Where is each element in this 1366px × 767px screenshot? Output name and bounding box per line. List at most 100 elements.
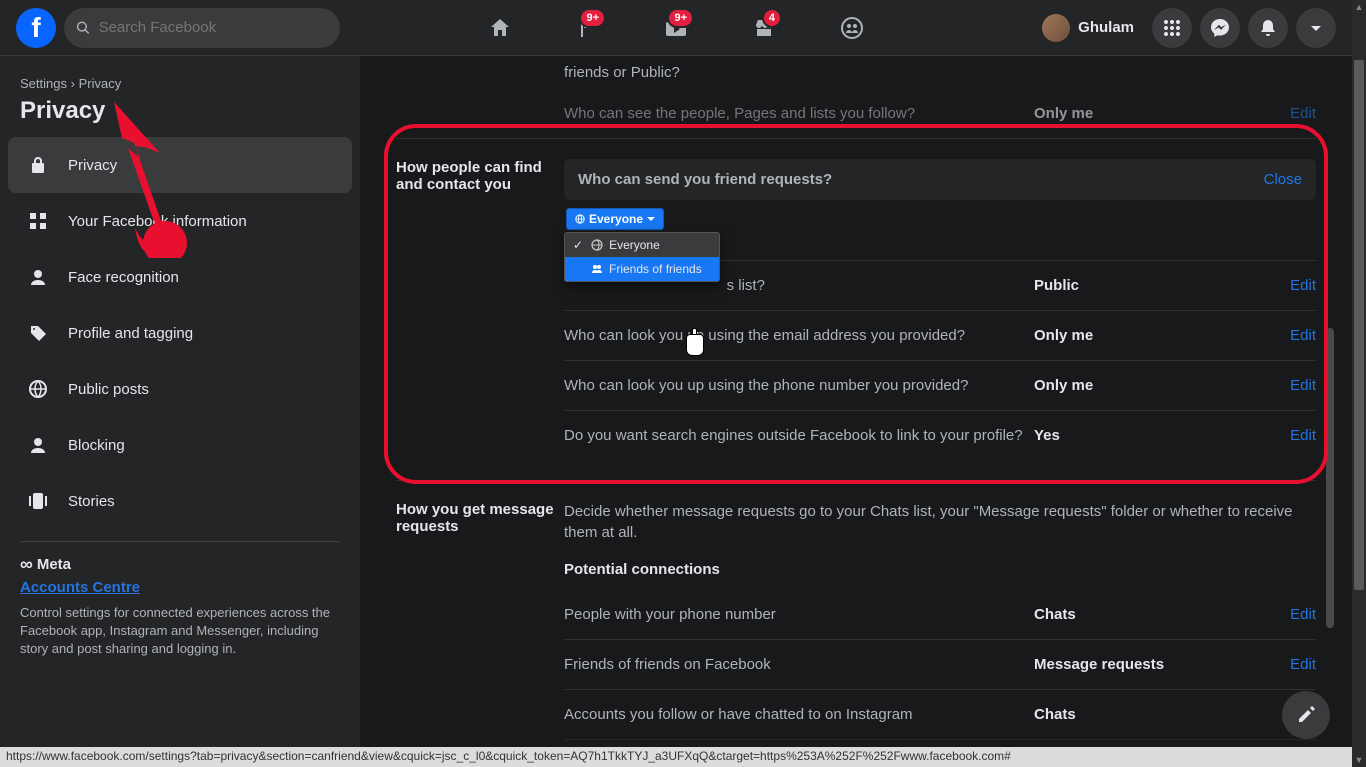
dropdown-option-everyone[interactable]: Everyone xyxy=(565,233,719,257)
breadcrumb: Settings › Privacy xyxy=(8,76,352,91)
setting-value: Yes xyxy=(1034,427,1234,444)
audience-dropdown-button[interactable]: Everyone xyxy=(566,208,664,230)
setting-question: People with your phone number xyxy=(564,606,1034,623)
stories-icon xyxy=(20,483,56,519)
sidebar-item-label: Public posts xyxy=(68,381,149,398)
block-icon xyxy=(20,427,56,463)
setting-row: Accounts you follow or have chatted to o… xyxy=(564,689,1316,739)
sidebar-item-label: Privacy xyxy=(68,157,117,174)
subheading: Potential connections xyxy=(564,561,1316,578)
sidebar-item-stories[interactable]: Stories xyxy=(8,473,352,529)
setting-row: Who can see the people, Pages and lists … xyxy=(564,89,1316,138)
cutoff-text-top: friends or Public? xyxy=(396,56,1316,89)
sidebar-item-label: Face recognition xyxy=(68,269,179,286)
setting-value: Message requests xyxy=(1034,656,1234,673)
setting-row: Do you want search engines outside Faceb… xyxy=(564,410,1316,460)
content-scrollbar-thumb[interactable] xyxy=(1326,328,1334,628)
globe-icon xyxy=(20,371,56,407)
edit-link[interactable]: Edit xyxy=(1290,427,1316,444)
globe-icon xyxy=(591,239,603,251)
caret-down-icon xyxy=(647,217,655,221)
setting-question: Friends of friends on Facebook xyxy=(564,656,1034,673)
setting-row: Who can look you up using the email addr… xyxy=(564,310,1316,360)
setting-question: Do you want search engines outside Faceb… xyxy=(564,427,1034,444)
accounts-centre-link[interactable]: Accounts Centre xyxy=(8,579,352,596)
section-label: How people can find and contact you xyxy=(396,159,564,460)
face-icon xyxy=(20,259,56,295)
scrollbar-thumb[interactable] xyxy=(1354,60,1364,590)
setting-value: Chats xyxy=(1034,606,1234,623)
setting-value: Only me xyxy=(1034,105,1234,122)
tag-icon xyxy=(20,315,56,351)
audience-dropdown: Everyone Everyone Friends of friends xyxy=(564,208,1316,230)
sidebar-item-blocking[interactable]: Blocking xyxy=(8,417,352,473)
notifications-button[interactable] xyxy=(1248,8,1288,48)
breadcrumb-settings[interactable]: Settings xyxy=(20,76,67,91)
setting-row: Who can look you up using the phone numb… xyxy=(564,360,1316,410)
nav-watch[interactable]: 9+ xyxy=(636,4,716,52)
globe-icon xyxy=(575,214,585,224)
messenger-button[interactable] xyxy=(1200,8,1240,48)
search-icon xyxy=(76,20,91,36)
nav-marketplace[interactable]: 4 xyxy=(724,4,804,52)
divider xyxy=(20,541,340,542)
scroll-down-arrow[interactable]: ▼ xyxy=(1352,753,1366,767)
menu-button[interactable] xyxy=(1152,8,1192,48)
breadcrumb-current: Privacy xyxy=(79,76,122,91)
avatar xyxy=(1042,14,1070,42)
grid-icon xyxy=(20,203,56,239)
setting-question: Who can see the people, Pages and lists … xyxy=(564,105,1034,122)
sidebar-item-profile-tagging[interactable]: Profile and tagging xyxy=(8,305,352,361)
sidebar-item-public-posts[interactable]: Public posts xyxy=(8,361,352,417)
meta-logo: Meta xyxy=(8,554,352,575)
center-nav: 9+ 9+ 4 xyxy=(460,4,892,52)
friends-icon xyxy=(591,263,603,275)
scroll-up-arrow[interactable]: ▲ xyxy=(1352,0,1366,14)
setting-value: Chats xyxy=(1034,706,1234,723)
setting-question: Who can look you up using the phone numb… xyxy=(564,377,1034,394)
badge-nav3: 9+ xyxy=(667,8,694,28)
sidebar-item-your-info[interactable]: Your Facebook information xyxy=(8,193,352,249)
main-content: friends or Public? Who can see the peopl… xyxy=(360,56,1352,767)
sidebar-item-face-recognition[interactable]: Face recognition xyxy=(8,249,352,305)
search-input[interactable] xyxy=(99,19,328,36)
close-link[interactable]: Close xyxy=(1264,171,1302,188)
edit-link[interactable]: Edit xyxy=(1290,377,1316,394)
search-box[interactable] xyxy=(64,8,340,48)
edit-fab[interactable] xyxy=(1282,691,1330,739)
edit-link[interactable]: Edit xyxy=(1290,656,1316,673)
badge-nav4: 4 xyxy=(762,8,782,28)
page-title: Privacy xyxy=(8,97,352,125)
groups-icon xyxy=(840,16,864,40)
sidebar: Settings › Privacy Privacy Privacy Your … xyxy=(0,56,360,767)
edit-link[interactable]: Edit xyxy=(1290,327,1316,344)
dropdown-selected: Everyone xyxy=(589,212,643,226)
setting-value: Only me xyxy=(1034,327,1234,344)
facebook-logo[interactable]: f xyxy=(16,8,56,48)
section-description: Decide whether message requests go to yo… xyxy=(564,501,1316,543)
account-menu-button[interactable] xyxy=(1296,8,1336,48)
edit-link[interactable]: Edit xyxy=(1290,277,1316,294)
expanded-question: Who can send you friend requests? xyxy=(578,171,832,188)
browser-status-bar: https://www.facebook.com/settings?tab=pr… xyxy=(0,747,1352,767)
edit-link[interactable]: Edit xyxy=(1290,105,1316,122)
sidebar-item-label: Profile and tagging xyxy=(68,325,193,342)
profile-chip[interactable]: Ghulam xyxy=(1038,10,1144,46)
chevron-down-icon xyxy=(1306,18,1326,38)
messenger-icon xyxy=(1210,18,1230,38)
nav-home[interactable] xyxy=(460,4,540,52)
section-label: How you get message requests xyxy=(396,501,564,767)
sidebar-item-label: Your Facebook information xyxy=(68,213,247,230)
profile-name: Ghulam xyxy=(1078,19,1134,36)
lock-icon xyxy=(20,147,56,183)
browser-scrollbar[interactable]: ▲ ▼ xyxy=(1352,0,1366,767)
edit-icon xyxy=(1296,705,1316,725)
section-message-requests: How you get message requests Decide whet… xyxy=(396,480,1316,767)
setting-value: Public xyxy=(1034,277,1234,294)
nav-groups[interactable] xyxy=(812,4,892,52)
content-scrollbar[interactable] xyxy=(1326,118,1334,748)
sidebar-item-privacy[interactable]: Privacy xyxy=(8,137,352,193)
nav-flag[interactable]: 9+ xyxy=(548,4,628,52)
dropdown-option-friends-of-friends[interactable]: Friends of friends xyxy=(565,257,719,281)
edit-link[interactable]: Edit xyxy=(1290,606,1316,623)
